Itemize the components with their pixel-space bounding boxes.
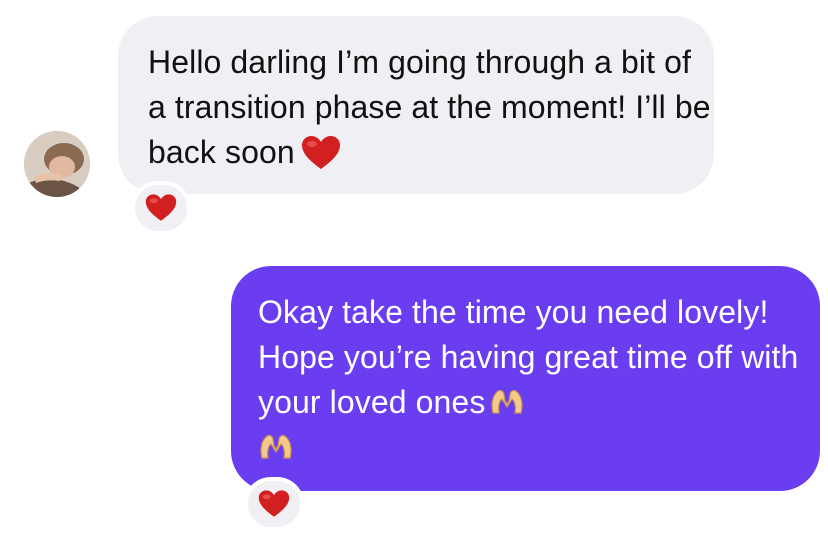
outgoing-reaction-badge[interactable] <box>244 477 304 531</box>
avatar-photo <box>24 131 90 197</box>
outgoing-message-bubble[interactable]: Okay take the time you need lovely! Hope… <box>231 266 820 491</box>
heart-emoji-icon <box>301 136 340 169</box>
contact-avatar[interactable] <box>24 131 90 197</box>
heart-hands-emoji-icon <box>260 434 292 459</box>
incoming-message-bubble[interactable]: Hello darling I’m going through a bit of… <box>118 16 714 194</box>
outgoing-message-text: Okay take the time you need lovely! Hope… <box>258 290 800 470</box>
heart-emoji-icon <box>258 490 290 517</box>
incoming-message-text: Hello darling I’m going through a bit of… <box>148 44 711 170</box>
heart-emoji-icon <box>145 194 177 221</box>
incoming-reaction-badge[interactable] <box>131 181 191 235</box>
heart-hands-emoji-icon <box>491 389 523 414</box>
